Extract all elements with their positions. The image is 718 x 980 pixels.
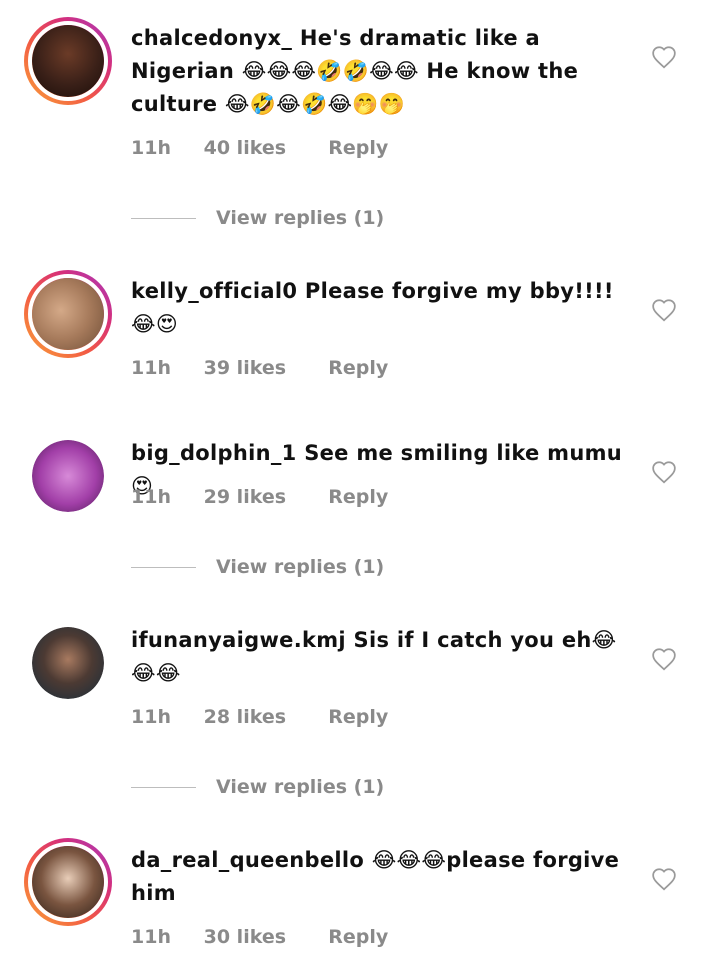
comment-username[interactable]: chalcedonyx_ (131, 26, 292, 50)
replies-divider (131, 218, 196, 219)
reply-button[interactable]: Reply (328, 136, 388, 160)
heart-outline-icon[interactable] (651, 867, 677, 891)
replies-divider (131, 787, 196, 788)
view-replies-button[interactable]: View replies (1) (131, 775, 384, 799)
comment-text: ifunanyaigwe.kmj Sis if I catch you eh😂😂… (131, 624, 631, 690)
comment-time: 11h (131, 357, 171, 379)
avatar[interactable] (32, 627, 104, 699)
comment-time: 11h (131, 486, 171, 508)
comment-username[interactable]: kelly_official0 (131, 279, 297, 303)
comment-time: 11h (131, 137, 171, 159)
comment-meta: 11h 40 likes Reply (131, 136, 388, 160)
view-replies-label: View replies (1) (216, 776, 385, 798)
comment-likes[interactable]: 40 likes (204, 136, 322, 160)
view-replies-label: View replies (1) (216, 556, 385, 578)
reply-button[interactable]: Reply (328, 356, 388, 380)
comment-likes[interactable]: 29 likes (204, 485, 322, 509)
comment-text: da_real_queenbello 😂😂😂please forgive him (131, 844, 631, 910)
comment-username[interactable]: big_dolphin_1 (131, 441, 297, 465)
comment-likes[interactable]: 30 likes (204, 925, 322, 949)
comment-text: chalcedonyx_ He's dramatic like a Nigeri… (131, 22, 631, 121)
replies-divider (131, 567, 196, 568)
comment-likes[interactable]: 28 likes (204, 705, 322, 729)
heart-outline-icon[interactable] (651, 460, 677, 484)
comment-username[interactable]: ifunanyaigwe.kmj (131, 628, 346, 652)
avatar[interactable] (24, 270, 112, 358)
comment-time: 11h (131, 706, 171, 728)
avatar[interactable] (32, 440, 104, 512)
comment-time: 11h (131, 926, 171, 948)
comment-meta: 11h 30 likes Reply (131, 925, 388, 949)
view-replies-label: View replies (1) (216, 207, 385, 229)
avatar[interactable] (24, 17, 112, 105)
comment-meta: 11h 28 likes Reply (131, 705, 388, 729)
reply-button[interactable]: Reply (328, 925, 388, 949)
heart-outline-icon[interactable] (651, 647, 677, 671)
reply-button[interactable]: Reply (328, 485, 388, 509)
heart-outline-icon[interactable] (651, 298, 677, 322)
comment-meta: 11h 29 likes Reply (131, 485, 388, 509)
comment-meta: 11h 39 likes Reply (131, 356, 388, 380)
avatar[interactable] (24, 838, 112, 926)
comment-username[interactable]: da_real_queenbello (131, 848, 364, 872)
reply-button[interactable]: Reply (328, 705, 388, 729)
view-replies-button[interactable]: View replies (1) (131, 206, 384, 230)
comment-likes[interactable]: 39 likes (204, 356, 322, 380)
comment-text: kelly_official0 Please forgive my bby!!!… (131, 275, 631, 341)
heart-outline-icon[interactable] (651, 45, 677, 69)
view-replies-button[interactable]: View replies (1) (131, 555, 384, 579)
